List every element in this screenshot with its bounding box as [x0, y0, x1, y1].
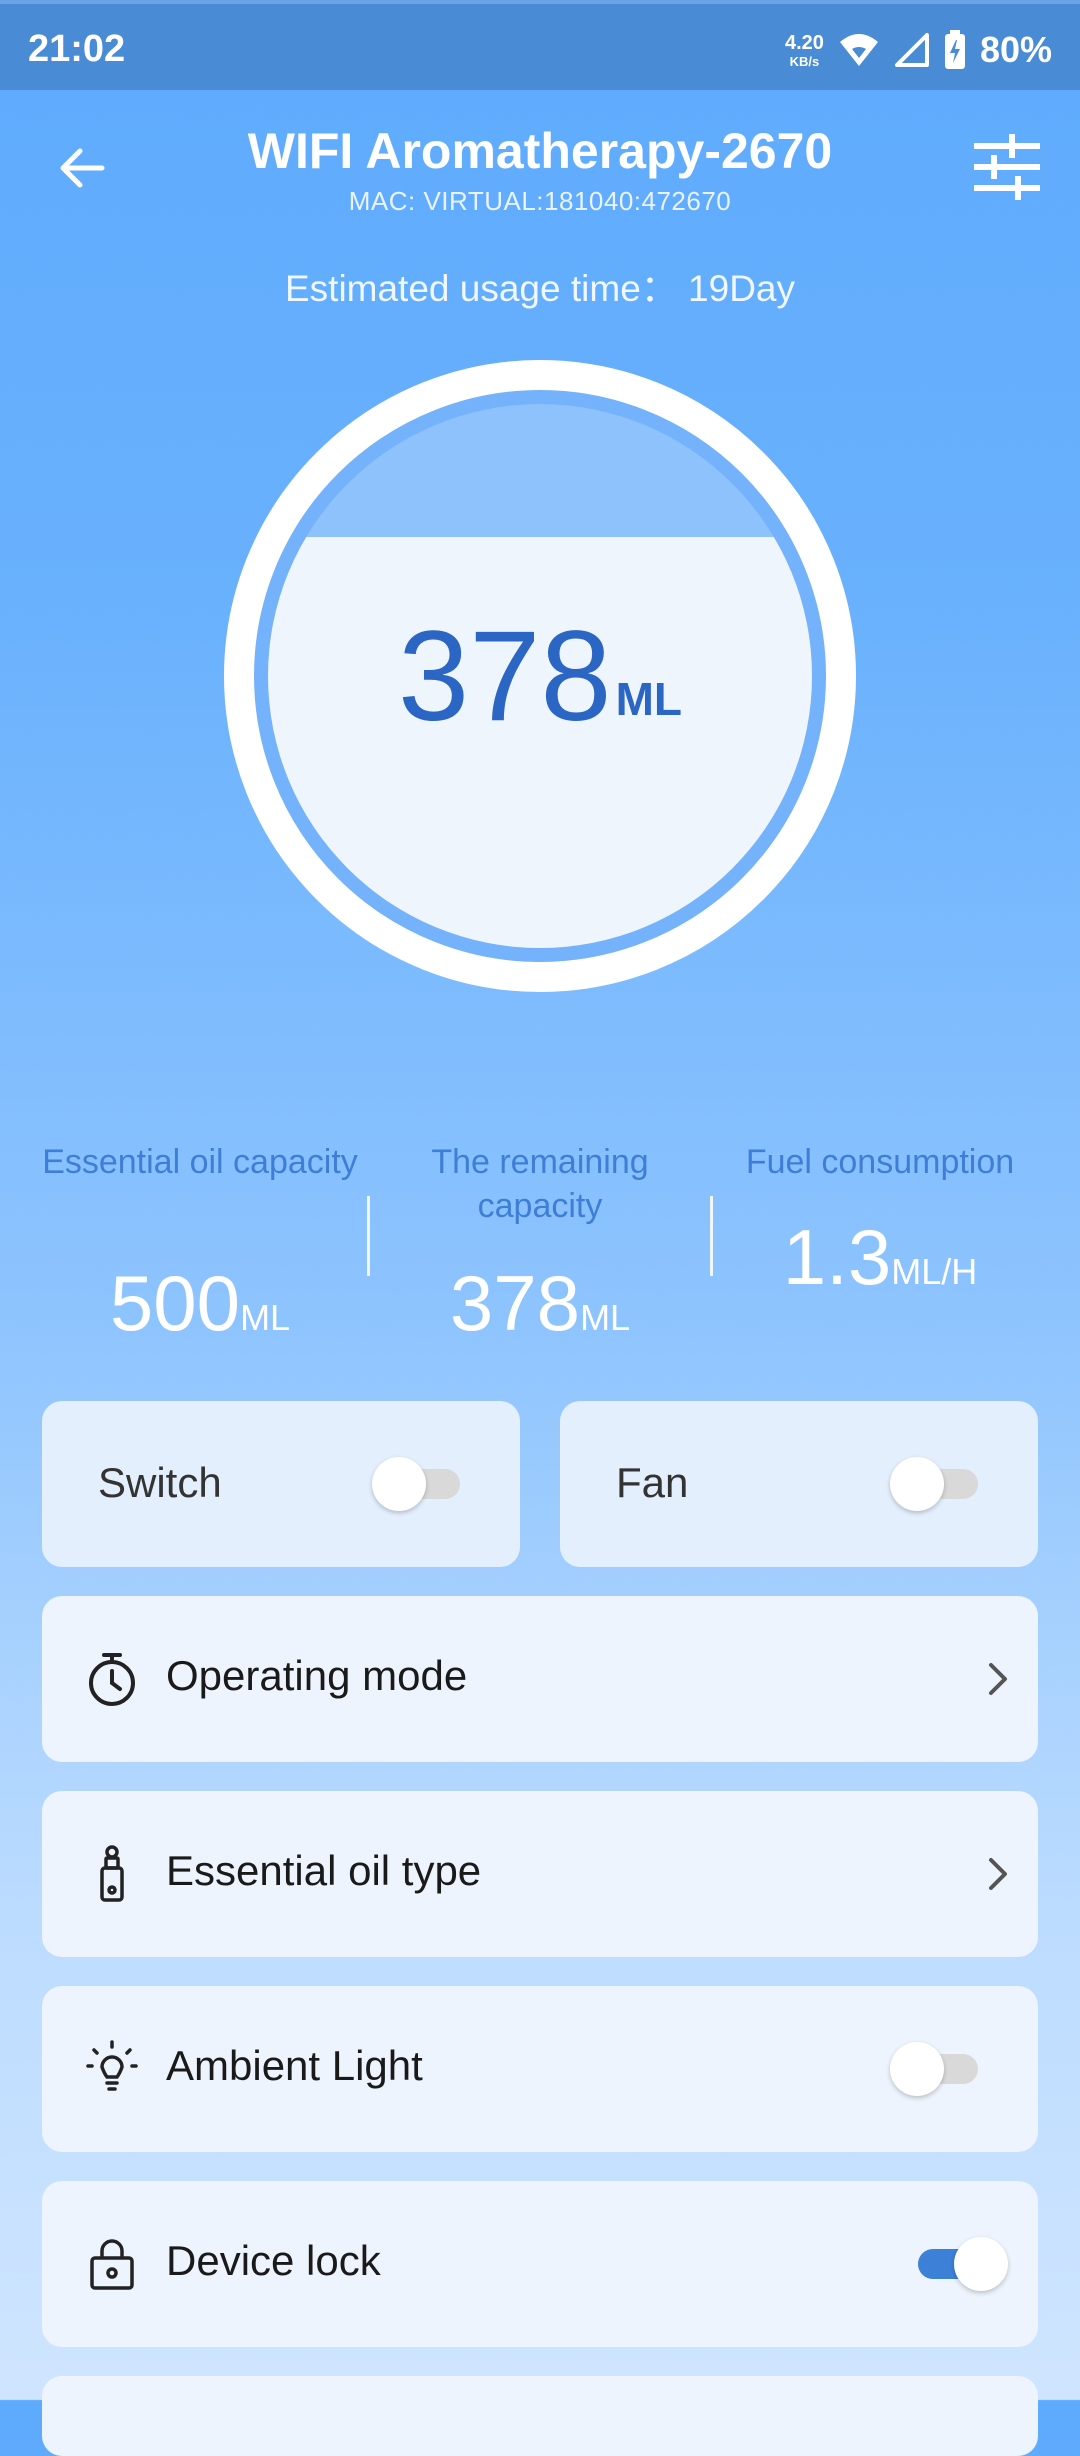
toggle-knob [372, 1457, 426, 1511]
switch-label: Switch [98, 1459, 222, 1506]
stat-number: 500 [109, 1259, 241, 1347]
battery-percent: 80% [979, 29, 1052, 70]
wifi-icon [839, 34, 878, 66]
next-settings-row[interactable] [42, 2376, 1038, 2456]
capacity-stats: Essential oil capacity 500ML The remaini… [30, 1140, 1050, 1360]
ambient-light-row: Ambient Light [42, 1986, 1038, 2152]
stat-oil-capacity: Essential oil capacity 500ML [30, 1140, 370, 1360]
stat-unit: ML [580, 1297, 631, 1338]
stat-number: 1.3 [782, 1213, 892, 1301]
cell-signal-icon [894, 33, 929, 67]
stat-unit: ML [240, 1297, 291, 1338]
status-icons: 4.20 KB/s 80% [785, 22, 1052, 78]
timer-icon [89, 1653, 135, 1706]
oil-bottle-icon [100, 1845, 124, 1902]
essential-oil-type-row[interactable]: Essential oil type [42, 1791, 1038, 1957]
oil-level-gauge: 378 ML [224, 360, 856, 992]
chevron-right-icon [989, 1858, 1007, 1890]
operating-mode-row[interactable]: Operating mode [42, 1596, 1038, 1762]
stat-value: 1.3ML/H [710, 1212, 1050, 1303]
network-speed: 4.20 KB/s [785, 33, 824, 68]
gauge-value: 378 [398, 604, 612, 748]
app-header: WIFI Aromatherapy-2670 MAC: VIRTUAL:1810… [0, 90, 1080, 310]
stat-fuel-consumption: Fuel consumption 1.3ML/H [710, 1140, 1050, 1360]
stat-divider [710, 1196, 713, 1276]
settings-sliders-icon[interactable] [972, 132, 1042, 202]
stat-value: 500ML [30, 1258, 370, 1349]
device-lock-label: Device lock [166, 2237, 381, 2284]
stat-label: Essential oil capacity [42, 1143, 358, 1181]
network-speed-value: 4.20 [785, 31, 824, 54]
status-time: 21:02 [28, 28, 126, 70]
operating-mode-label: Operating mode [166, 1652, 468, 1699]
lock-icon [90, 2239, 134, 2290]
gauge-liquid-container: 378 ML [268, 404, 812, 948]
switch-tile: Switch [42, 1401, 520, 1567]
stat-label: The remaining capacity [431, 1143, 649, 1225]
fan-toggle[interactable] [890, 1457, 982, 1511]
stat-number: 378 [449, 1259, 581, 1347]
stat-remaining-capacity: The remaining capacity 378ML [370, 1140, 710, 1360]
device-lock-toggle[interactable] [910, 2237, 1008, 2291]
mac-address: MAC: VIRTUAL:181040:472670 [348, 186, 732, 216]
page-title: WIFI Aromatherapy-2670 [247, 123, 833, 179]
device-lock-row: Device lock [42, 2181, 1038, 2347]
gauge-readout: 378 ML [268, 404, 812, 948]
fan-tile: Fan [560, 1401, 1038, 1567]
gauge-unit: ML [615, 673, 682, 725]
network-speed-unit: KB/s [789, 53, 820, 69]
battery-icon [944, 30, 965, 69]
essential-oil-type-label: Essential oil type [166, 1847, 482, 1894]
toggle-knob [954, 2237, 1008, 2291]
chevron-right-icon [989, 1663, 1007, 1695]
stat-divider [367, 1196, 370, 1276]
stat-unit: ML/H [891, 1251, 978, 1292]
toggle-knob [890, 2042, 944, 2096]
status-bar: 21:02 4.20 KB/s 80% [0, 0, 1080, 90]
lightbulb-icon [86, 2040, 138, 2091]
fan-label: Fan [616, 1459, 689, 1506]
estimated-usage-time: Estimated usage time： 19Day [284, 268, 795, 309]
ambient-light-label: Ambient Light [166, 2042, 423, 2089]
stat-value: 378ML [370, 1258, 710, 1349]
switch-toggle[interactable] [372, 1457, 464, 1511]
toggle-knob [890, 1457, 944, 1511]
ambient-light-toggle[interactable] [890, 2042, 982, 2096]
